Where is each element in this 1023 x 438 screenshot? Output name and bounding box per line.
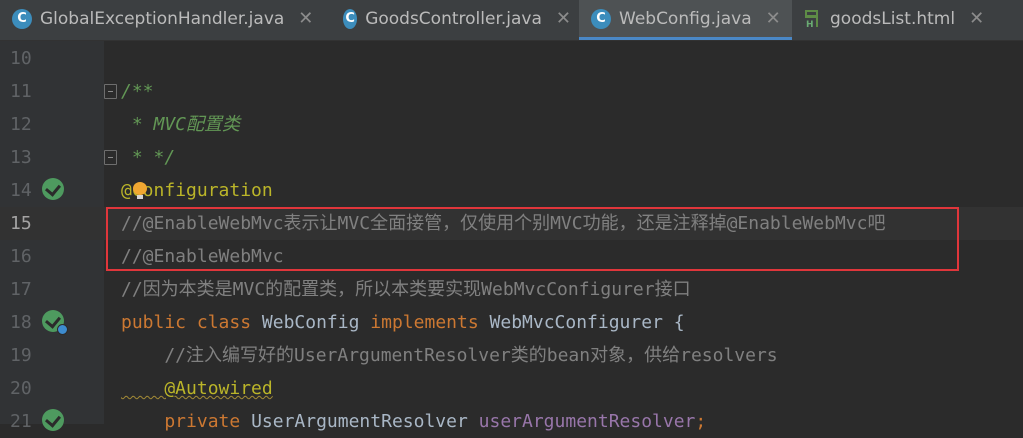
code-line[interactable]: 11 /** [0,75,1023,108]
line-number: 17 [10,279,32,300]
code-line[interactable]: 21 private UserArgumentResolver userArgu… [0,405,1023,438]
java-class-icon: C [12,8,32,29]
close-icon[interactable]: ✕ [298,8,313,29]
line-number: 15 [10,213,32,234]
line-number: 14 [10,180,32,201]
brace: { [673,312,685,333]
line-number: 20 [10,378,32,399]
code-comment: //注入编写好的UserArgumentResolver类的bean对象，供给r… [121,345,778,366]
keyword: private [121,411,241,432]
code-text: public class WebConfig implements WebMvc… [121,306,685,339]
code-line[interactable]: 12 * MVC配置类 [0,108,1023,141]
annotation-highlight-box [106,207,959,271]
tab-webconfig[interactable]: C WebConfig.java ✕ [579,0,792,40]
tab-goodscontroller[interactable]: C GoodsController.java ✕ [331,0,579,40]
fold-icon[interactable] [104,84,117,99]
fold-icon[interactable] [104,150,117,165]
spring-bean-icon[interactable] [42,178,64,200]
code-line[interactable]: 13 * */ [0,141,1023,174]
close-icon[interactable]: ✕ [969,8,984,29]
editor-tab-bar: C GlobalExceptionHandler.java ✕ C GoodsC… [0,0,1023,41]
code-line[interactable]: 10 [0,42,1023,75]
lightbulb-icon[interactable] [133,182,147,199]
close-icon[interactable]: ✕ [556,8,571,29]
tab-label: WebConfig.java [619,8,752,29]
java-class-icon: C [591,8,611,29]
keyword: class [196,312,252,333]
interface-name: WebMvcConfigurer [489,312,663,333]
svg-text:H: H [806,20,814,29]
spring-bean-icon[interactable] [42,409,64,431]
semicolon: ; [695,411,707,432]
code-text: /** [121,81,154,102]
line-number: 12 [10,114,32,135]
line-number: 10 [10,48,32,69]
code-text: private UserArgumentResolver userArgumen… [121,405,706,438]
code-line[interactable]: 14 @Configuration [0,174,1023,207]
java-class-icon: C [343,8,358,29]
field-name: userArgumentResolver [478,411,696,432]
tab-globalexceptionhandler[interactable]: C GlobalExceptionHandler.java ✕ [0,0,331,40]
annotation-at: @ [121,180,132,201]
code-text: * */ [121,147,176,168]
tab-goodslist[interactable]: H goodsList.html ✕ [792,0,1023,40]
tab-label: GlobalExceptionHandler.java [40,8,285,29]
code-line[interactable]: 19 //注入编写好的UserArgumentResolver类的bean对象，… [0,339,1023,372]
annotation-name: Configuration [131,180,273,201]
code-line[interactable]: 18 public class WebConfig implements Web… [0,306,1023,339]
line-number: 11 [10,81,32,102]
class-name: WebConfig [261,312,360,333]
line-number: 16 [10,246,32,267]
line-number: 19 [10,345,32,366]
keyword: implements [370,312,479,333]
type-name: UserArgumentResolver [251,411,468,432]
close-icon[interactable]: ✕ [766,8,781,29]
line-number: 13 [10,147,32,168]
tab-label: GoodsController.java [365,8,542,29]
code-line[interactable]: 20 @Autowired [0,372,1023,405]
html-file-icon: H [804,9,822,30]
code-comment: //因为本类是MVC的配置类，所以本类要实现WebMvcConfigurer接口 [121,279,691,300]
keyword: public [121,312,187,333]
code-text: * MVC配置类 [121,114,241,135]
tab-label: goodsList.html [830,8,956,29]
line-number: 18 [10,312,32,333]
code-editor[interactable]: 10 11 /** 12 * MVC配置类 13 * */ 14 @Config… [0,41,1023,432]
annotation-autowired: @Autowired [121,378,273,399]
line-number: 21 [10,411,32,432]
code-line[interactable]: 17 //因为本类是MVC的配置类，所以本类要实现WebMvcConfigure… [0,273,1023,306]
spring-bean-icon[interactable] [42,310,68,335]
